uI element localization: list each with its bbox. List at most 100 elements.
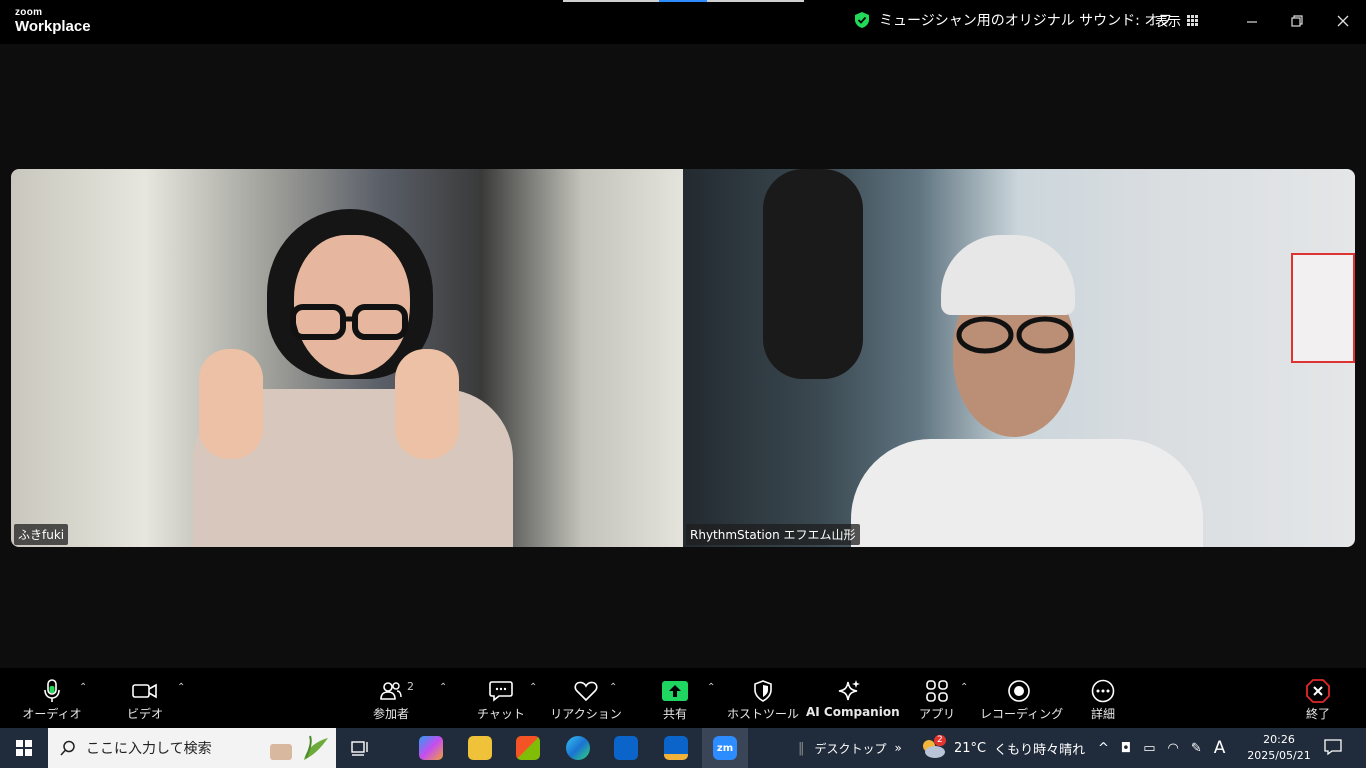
host-tools-label: ホストツール xyxy=(726,707,799,721)
search-icon xyxy=(60,740,75,756)
audio-button[interactable]: オーディオ xyxy=(22,668,82,728)
apps-grid-icon xyxy=(922,678,952,704)
weather-widget[interactable]: 2 21°C くもり時々晴れ xyxy=(920,728,1085,768)
brand-large: Workplace xyxy=(15,18,91,35)
taskbar-clock[interactable]: 20:26 2025/05/21 xyxy=(1244,732,1314,764)
weather-badge: 2 xyxy=(934,735,946,746)
record-icon xyxy=(1000,678,1038,704)
host-shield-icon xyxy=(740,678,786,704)
participants-button[interactable]: 参加者 xyxy=(372,668,410,728)
view-label: 表示 xyxy=(1155,15,1182,30)
close-icon[interactable] xyxy=(1333,12,1353,31)
studio-microphone xyxy=(763,169,863,379)
status-text: ミュージシャン用のオリジナル サウンド: オフ xyxy=(879,13,1173,29)
shield-check-icon xyxy=(855,12,869,28)
restore-icon[interactable] xyxy=(1287,12,1307,31)
notifications-icon[interactable] xyxy=(1324,738,1342,760)
microsoft-store-icon[interactable] xyxy=(516,736,540,760)
desktop-toolbar[interactable]: ‖ デスクトップ » xyxy=(798,728,902,768)
ime-indicator[interactable]: A xyxy=(1214,738,1226,758)
grid-icon xyxy=(1187,15,1199,26)
participants-icon xyxy=(372,678,410,704)
ai-companion-button[interactable]: AI Companion xyxy=(806,668,900,728)
host-tools-button[interactable]: ホストツール xyxy=(727,668,799,728)
audio-label: オーディオ xyxy=(22,707,82,721)
original-sound-status[interactable]: ミュージシャン用のオリジナル サウンド: オフ xyxy=(853,10,1172,30)
search-placeholder: ここに入力して検索 xyxy=(86,741,212,757)
minimize-icon[interactable] xyxy=(1242,12,1262,31)
apps-options-caret[interactable]: ⌃ xyxy=(960,682,968,693)
participants-options-caret[interactable]: ⌃ xyxy=(439,682,447,693)
outlook-new-icon[interactable] xyxy=(664,736,688,760)
camera-icon[interactable]: ◘ xyxy=(1121,741,1131,756)
glasses-shape xyxy=(290,304,408,340)
weather-temperature: 21°C xyxy=(954,740,987,756)
record-button[interactable]: レコーディング xyxy=(980,668,1063,728)
weather-description: くもり時々晴れ xyxy=(994,742,1086,758)
participant-cap xyxy=(941,235,1075,315)
zoom-app-icon: zm xyxy=(713,736,737,760)
video-tile-participant-1[interactable]: ふきfuki xyxy=(11,169,683,547)
participant-body xyxy=(851,439,1203,547)
audio-options-caret[interactable]: ⌃ xyxy=(79,682,87,693)
end-meeting-button[interactable]: 終了 xyxy=(1302,668,1334,728)
system-tray: ^ ◘ ▭ ◠ ✎ A xyxy=(1098,728,1225,768)
task-view-icon[interactable] xyxy=(349,736,373,760)
end-label: 終了 xyxy=(1305,707,1330,721)
search-highlight-tea-icon xyxy=(270,735,328,760)
clock-time: 20:26 xyxy=(1263,733,1295,746)
video-label: ビデオ xyxy=(126,707,163,721)
windows-taskbar: ここに入力して検索 zm ‖ デスクトップ » 2 21°C くもり時々晴れ ^… xyxy=(0,728,1366,768)
zoom-taskbar-item[interactable]: zm xyxy=(702,728,748,768)
share-screen-button[interactable]: 共有 xyxy=(659,668,691,728)
chat-label: チャット xyxy=(477,707,525,721)
wifi-icon[interactable]: ◠ xyxy=(1168,741,1179,756)
edge-browser-icon[interactable] xyxy=(566,736,590,760)
apps-button[interactable]: アプリ xyxy=(919,668,955,728)
reactions-options-caret[interactable]: ⌃ xyxy=(609,682,617,693)
video-tile-participant-2[interactable]: RhythmStation エフエム山形 xyxy=(683,169,1355,547)
participants-label: 参加者 xyxy=(372,707,409,721)
chat-button[interactable]: チャット xyxy=(477,668,525,728)
copilot-icon[interactable] xyxy=(419,736,443,760)
zoom-logo: zoom Workplace xyxy=(15,7,91,35)
ai-companion-label: AI Companion xyxy=(806,705,900,719)
heart-icon xyxy=(568,678,604,704)
participants-count: 2 xyxy=(407,680,414,693)
share-arrow-icon xyxy=(659,678,691,704)
view-button[interactable]: 表示 xyxy=(1155,11,1199,30)
wall-poster xyxy=(1291,253,1355,363)
chat-options-caret[interactable]: ⌃ xyxy=(529,682,537,693)
brand-small: zoom xyxy=(15,7,43,18)
meeting-toolbar: オーディオ ⌃ ビデオ ⌃ 参加者 2 ⌃ チャット ⌃ リアクション ⌃ 共有… xyxy=(0,668,1366,728)
sparkle-icon xyxy=(826,678,872,704)
share-label: 共有 xyxy=(662,707,687,721)
record-label: レコーディング xyxy=(980,707,1064,721)
apps-label: アプリ xyxy=(918,707,955,721)
more-button[interactable]: 詳細 xyxy=(1086,668,1120,728)
pen-icon[interactable]: ✎ xyxy=(1191,741,1202,756)
reactions-label: リアクション xyxy=(550,707,622,721)
taskbar-search-box[interactable]: ここに入力して検索 xyxy=(48,728,336,768)
microphone-icon xyxy=(26,678,78,704)
more-dots-icon xyxy=(1086,678,1120,704)
end-x-icon xyxy=(1302,678,1334,704)
meeting-indicator-bar xyxy=(563,0,804,2)
peace-sign-right xyxy=(395,349,459,459)
reactions-button[interactable]: リアクション xyxy=(550,668,622,728)
battery-icon[interactable]: ▭ xyxy=(1143,741,1155,756)
chevron-right-icon: » xyxy=(894,741,902,755)
weather-cloud-icon: 2 xyxy=(920,735,946,759)
video-camera-icon xyxy=(120,678,170,704)
peace-sign-left xyxy=(199,349,263,459)
title-bar: zoom Workplace ミュージシャン用のオリジナル サウンド: オフ 表… xyxy=(0,0,1366,44)
video-button[interactable]: ビデオ xyxy=(120,668,170,728)
windows-start-icon[interactable] xyxy=(16,740,32,756)
outlook-icon[interactable] xyxy=(614,736,638,760)
file-explorer-icon[interactable] xyxy=(468,736,492,760)
chat-bubble-icon xyxy=(482,678,520,704)
participant-name-tag: RhythmStation エフエム山形 xyxy=(686,524,860,545)
share-options-caret[interactable]: ⌃ xyxy=(707,682,715,693)
chevron-up-icon[interactable]: ^ xyxy=(1098,741,1109,756)
video-options-caret[interactable]: ⌃ xyxy=(177,682,185,693)
